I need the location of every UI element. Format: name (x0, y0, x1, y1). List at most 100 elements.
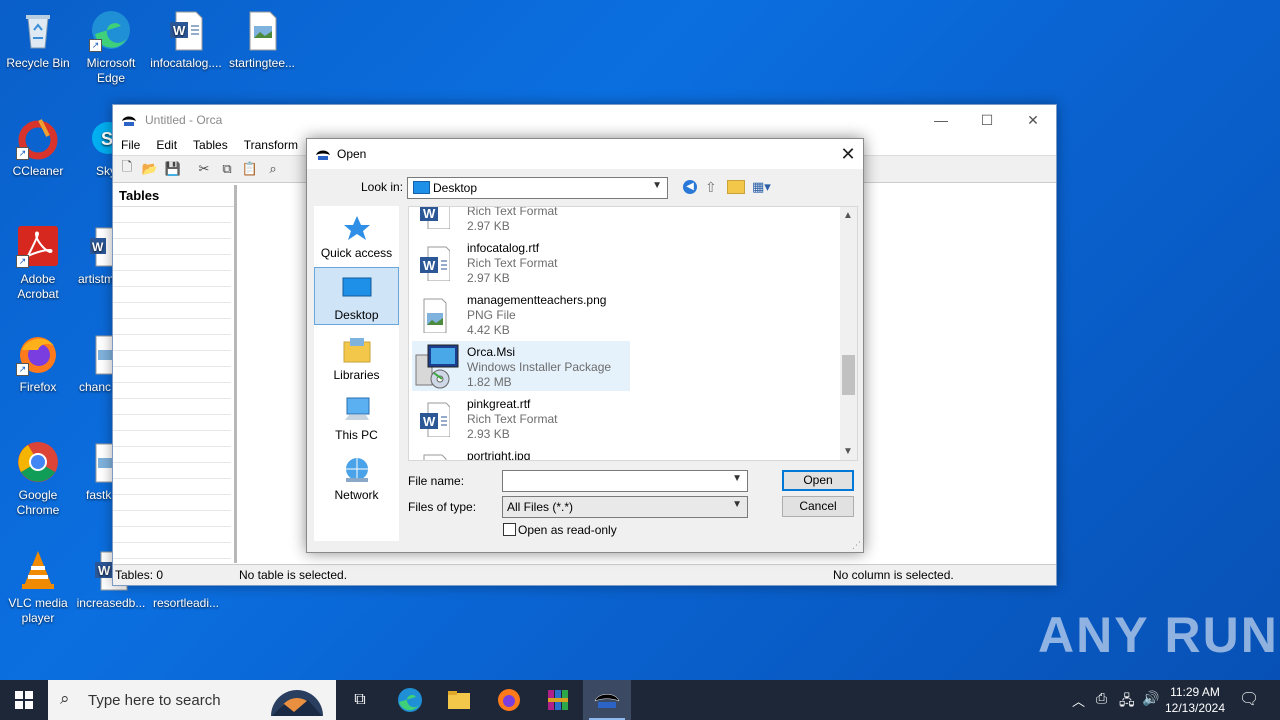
file-item[interactable]: portright.jpg (412, 445, 630, 461)
copy-icon[interactable]: ⧉ (219, 161, 235, 177)
search-icon: ⌕ (60, 689, 70, 708)
cancel-button[interactable]: Cancel (782, 496, 854, 517)
file-list[interactable]: W Rich Text Format 2.97 KB W infocatalog… (408, 206, 858, 461)
network-tray-icon[interactable]: 🖧 (1119, 690, 1135, 714)
file-size: 4.42 KB (467, 323, 510, 337)
cut-icon[interactable]: ✂ (196, 161, 212, 177)
menu-edit[interactable]: Edit (148, 138, 185, 152)
start-button[interactable] (0, 680, 48, 720)
notifications-icon[interactable]: 🗨 (1239, 689, 1259, 709)
read-only-checkbox[interactable] (503, 523, 516, 536)
firefox-icon (498, 689, 520, 711)
place-network[interactable]: Network (314, 456, 399, 502)
desktop-icon-label: resortleadi... (152, 596, 220, 610)
dialog-title-bar[interactable]: Open ✕ (307, 139, 863, 169)
maximize-button[interactable]: ☐ (964, 105, 1010, 135)
desktop-icon-sky[interactable]: S Sky (76, 116, 116, 179)
back-icon[interactable]: ◀ (683, 180, 697, 194)
desktop-icon-chrome[interactable]: Google Chrome (0, 440, 76, 518)
scroll-thumb[interactable] (842, 355, 855, 395)
menu-transform[interactable]: Transform (236, 138, 306, 152)
clock[interactable]: 11:29 AM 12/13/2024 (1164, 684, 1226, 716)
taskbar-file-explorer[interactable] (435, 680, 483, 720)
dialog-close-button[interactable]: ✕ (833, 139, 863, 169)
svg-text:W: W (173, 23, 186, 38)
status-table-selection: No table is selected. (239, 568, 348, 582)
taskbar-firefox[interactable] (485, 680, 533, 720)
status-column-selection: No column is selected. (833, 568, 954, 582)
file-item[interactable]: W pinkgreat.rtf Rich Text Format 2.93 KB (412, 393, 630, 443)
desktop-icon-chanc[interactable]: chanc (76, 332, 116, 395)
open-folder-icon[interactable]: 📂 (142, 161, 158, 177)
desktop-icon-label: Adobe Acrobat (17, 272, 59, 301)
place-quick-access[interactable]: Quick access (314, 214, 399, 260)
taskbar-search-box[interactable]: ⌕ Type here to search (48, 680, 336, 720)
place-libraries[interactable]: Libraries (314, 336, 399, 382)
computer-icon (342, 396, 372, 424)
scroll-up-icon[interactable]: ▲ (843, 210, 853, 221)
acrobat-icon: ↗ (16, 224, 60, 268)
file-name: portright.jpg (467, 449, 531, 461)
task-view-button[interactable]: ⧉ (336, 680, 384, 720)
taskbar-edge[interactable] (386, 680, 434, 720)
scroll-down-icon[interactable]: ▼ (843, 446, 853, 457)
open-button[interactable]: Open (782, 470, 854, 491)
paste-icon[interactable]: 📋 (242, 161, 258, 177)
desktop-icon-artistm[interactable]: W artistm (76, 224, 116, 287)
desktop-icon-ccleaner[interactable]: ↗ CCleaner (0, 116, 76, 179)
file-item[interactable]: W infocatalog.rtf Rich Text Format 2.97 … (412, 237, 630, 287)
tray-overflow-chevron-icon[interactable]: ︿ (1072, 691, 1085, 710)
desktop-icon-infocatalog[interactable]: W infocatalog.... (148, 8, 224, 71)
file-size: 1.82 MB (467, 375, 512, 389)
look-in-dropdown[interactable]: Desktop ▼ (407, 177, 668, 199)
menu-tables[interactable]: Tables (185, 138, 236, 152)
orca-status-bar: Tables: 0 No table is selected. No colum… (113, 564, 1056, 585)
windows-logo-icon (15, 691, 33, 709)
view-menu-icon[interactable]: ▦▾ (752, 179, 771, 195)
place-label: Desktop (334, 308, 379, 322)
file-item-selected[interactable]: Orca.Msi Windows Installer Package 1.82 … (412, 341, 630, 391)
new-folder-icon[interactable] (727, 180, 745, 194)
new-file-icon[interactable]: 🗋 (119, 159, 135, 177)
desktop-icon-firefox[interactable]: ↗ Firefox (0, 332, 76, 395)
save-icon[interactable]: 💾 (165, 161, 181, 177)
desktop-icon-edge[interactable]: ↗ Microsoft Edge (73, 8, 149, 86)
file-item[interactable]: W Rich Text Format 2.97 KB (412, 207, 630, 235)
look-in-value: Desktop (433, 181, 478, 195)
desktop-icon-startingtee[interactable]: startingtee... (224, 8, 300, 71)
desktop-icon-recycle-bin[interactable]: Recycle Bin (0, 8, 76, 71)
open-dialog: Open ✕ Look in: Desktop ▼ ◀ ⇧ ▦▾ Quick a… (306, 138, 864, 553)
close-button[interactable]: ✕ (1010, 105, 1056, 135)
edge-icon: ↗ (89, 8, 133, 52)
place-this-pc[interactable]: This PC (314, 396, 399, 442)
svg-text:W: W (98, 563, 111, 578)
file-list-scrollbar[interactable]: ▲ ▼ (840, 207, 857, 460)
minimize-button[interactable]: — (918, 105, 964, 135)
up-folder-icon[interactable]: ⇧ (705, 179, 717, 196)
desktop-icon-vlc[interactable]: VLC media player (0, 548, 76, 626)
volume-icon[interactable]: 🔊 (1142, 690, 1159, 707)
taskbar-winrar[interactable] (534, 680, 582, 720)
star-icon (342, 214, 372, 242)
desktop-icon-acrobat[interactable]: ↗ Adobe Acrobat (0, 224, 76, 302)
orca-title-bar[interactable]: Untitled - Orca — ☐ ✕ (113, 105, 1056, 135)
chevron-down-icon: ▼ (732, 499, 742, 510)
place-desktop[interactable]: Desktop (314, 267, 399, 325)
menu-file[interactable]: File (113, 138, 148, 152)
file-item[interactable]: managementteachers.png PNG File 4.42 KB (412, 289, 630, 339)
files-of-type-label: Files of type: (408, 500, 477, 514)
meet-now-icon[interactable]: ⎙ (1096, 690, 1107, 707)
word-document-icon: W (164, 8, 208, 52)
network-icon (342, 456, 372, 484)
desktop-icon-fastk[interactable]: fastk (76, 440, 116, 503)
files-of-type-dropdown[interactable]: All Files (*.*) ▼ (502, 496, 748, 518)
desktop-icon-label: infocatalog.... (150, 56, 222, 70)
clock-time: 11:29 AM (1170, 685, 1220, 699)
taskbar-orca[interactable] (583, 680, 631, 720)
look-in-label: Look in: (361, 180, 404, 194)
file-name-input[interactable]: ▼ (502, 470, 748, 492)
find-icon[interactable]: ⌕ (265, 161, 281, 177)
desktop-icon-label: Recycle Bin (6, 56, 70, 70)
task-view-icon: ⧉ (354, 691, 366, 708)
resize-grip-icon[interactable]: ⋰ (852, 540, 861, 551)
